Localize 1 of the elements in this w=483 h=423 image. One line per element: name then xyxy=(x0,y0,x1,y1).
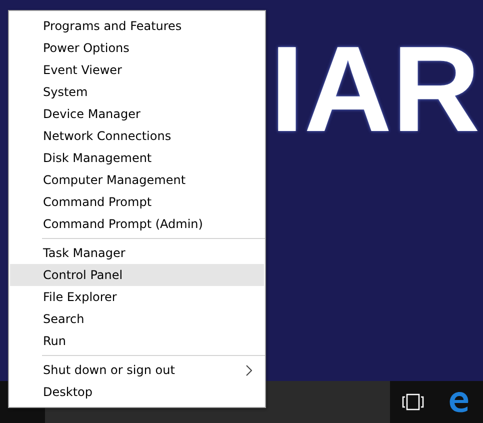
wallpaper-text: IAR xyxy=(270,22,480,156)
